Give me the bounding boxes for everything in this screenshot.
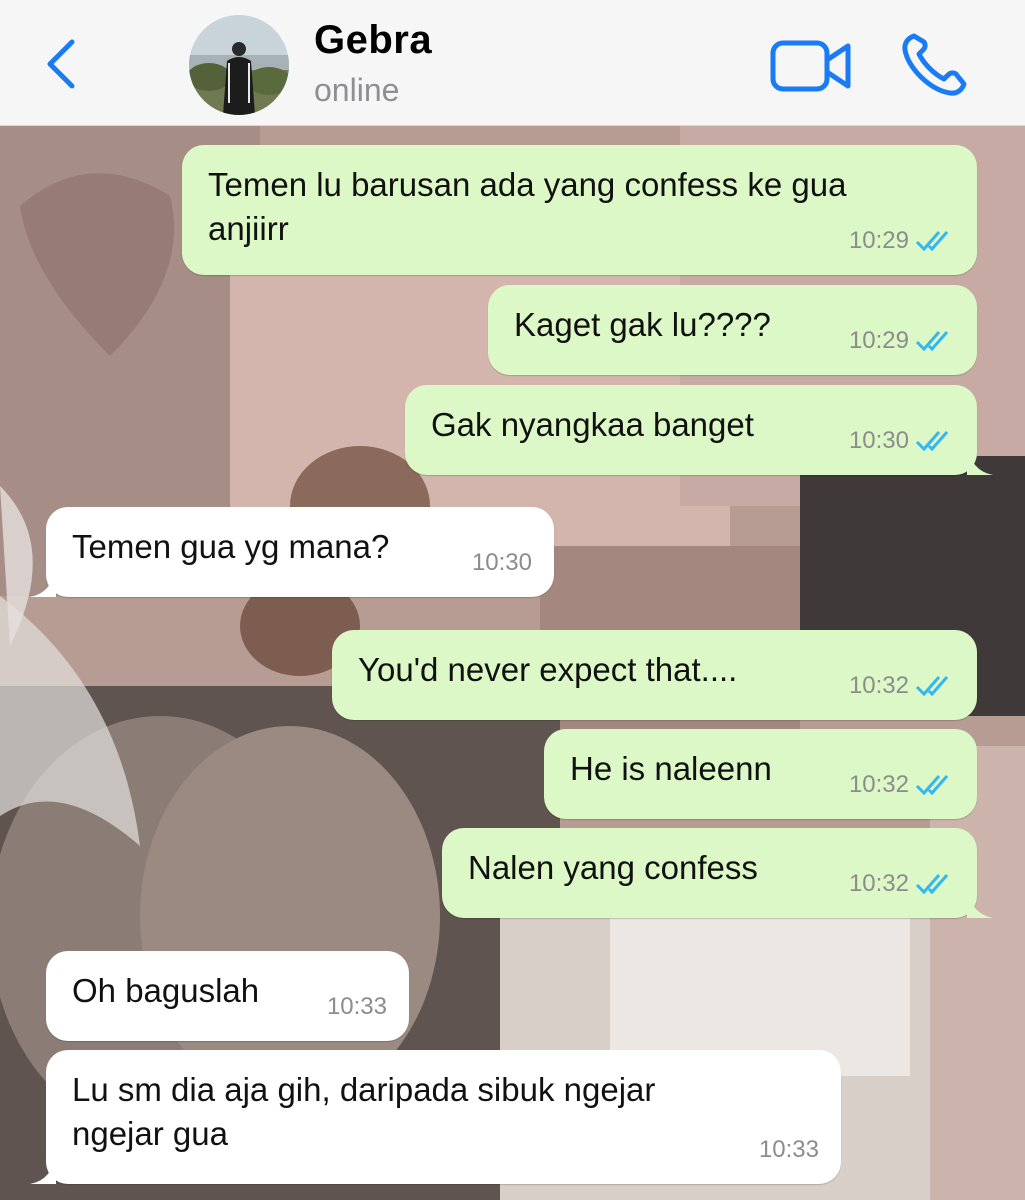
chevron-left-icon bbox=[47, 39, 75, 89]
message-outgoing[interactable]: You'd never expect that.... 10:32 bbox=[332, 630, 977, 720]
avatar-photo bbox=[189, 15, 289, 115]
message-outgoing[interactable]: Kaget gak lu???? 10:29 bbox=[488, 285, 977, 375]
back-button[interactable] bbox=[36, 34, 86, 94]
message-incoming[interactable]: Lu sm dia aja gih, daripada sibuk ngejar… bbox=[30, 1050, 841, 1184]
message-time: 10:33 bbox=[326, 993, 387, 1020]
bubble-tail bbox=[30, 567, 56, 597]
message-incoming[interactable]: Oh baguslah 10:33 bbox=[46, 951, 409, 1041]
double-check-icon bbox=[915, 775, 949, 796]
message-meta: 10:29 bbox=[849, 319, 959, 363]
message-meta: 10:29 bbox=[849, 219, 959, 263]
double-check-icon bbox=[915, 676, 949, 697]
message-time: 10:32 bbox=[848, 672, 909, 699]
message-time: 10:32 bbox=[848, 771, 909, 798]
bubble-tail bbox=[967, 888, 993, 918]
message-time: 10:30 bbox=[848, 427, 909, 454]
contact-name[interactable]: Gebra bbox=[314, 18, 432, 63]
message-outgoing[interactable]: Temen lu barusan ada yang confess ke gua… bbox=[182, 145, 977, 275]
double-check-icon bbox=[915, 431, 949, 452]
contact-status: online bbox=[314, 72, 400, 108]
bubble-tail bbox=[30, 1154, 56, 1184]
chat-header: Gebra online bbox=[0, 0, 1025, 126]
double-check-icon bbox=[915, 874, 949, 895]
bubble-tail bbox=[967, 445, 993, 475]
message-meta: 10:32 bbox=[849, 862, 959, 906]
message-text: Temen lu barusan ada yang confess ke gua bbox=[208, 166, 847, 203]
double-check-icon bbox=[915, 231, 949, 252]
message-time: 10:29 bbox=[848, 227, 909, 254]
message-time: 10:33 bbox=[758, 1136, 819, 1163]
message-time: 10:30 bbox=[471, 549, 532, 576]
video-camera-icon bbox=[770, 40, 851, 92]
message-meta: 10:32 bbox=[849, 664, 959, 708]
message-meta: 10:32 bbox=[849, 763, 959, 807]
message-incoming[interactable]: Temen gua yg mana? 10:30 bbox=[30, 507, 554, 597]
message-text: Lu sm dia aja gih, daripada sibuk ngejar bbox=[72, 1071, 656, 1108]
contact-avatar[interactable] bbox=[189, 15, 289, 115]
message-text: Temen gua yg mana? bbox=[72, 528, 390, 565]
message-meta: 10:33 bbox=[327, 985, 387, 1029]
phone-icon bbox=[902, 33, 967, 96]
voice-call-button[interactable] bbox=[900, 32, 972, 98]
message-meta: 10:30 bbox=[472, 541, 532, 585]
chat-area[interactable]: Temen lu barusan ada yang confess ke gua… bbox=[0, 126, 1025, 1200]
message-text: ngejar gua bbox=[72, 1115, 228, 1152]
message-time: 10:32 bbox=[848, 870, 909, 897]
video-call-button[interactable] bbox=[770, 38, 852, 94]
message-meta: 10:33 bbox=[759, 1128, 819, 1172]
message-outgoing[interactable]: He is naleenn 10:32 bbox=[544, 729, 977, 819]
message-time: 10:29 bbox=[848, 327, 909, 354]
message-outgoing[interactable]: Nalen yang confess 10:32 bbox=[442, 828, 993, 918]
message-meta: 10:30 bbox=[849, 419, 959, 463]
double-check-icon bbox=[915, 331, 949, 352]
message-outgoing[interactable]: Gak nyangkaa banget 10:30 bbox=[405, 385, 993, 475]
message-text: anjiirr bbox=[208, 210, 289, 247]
